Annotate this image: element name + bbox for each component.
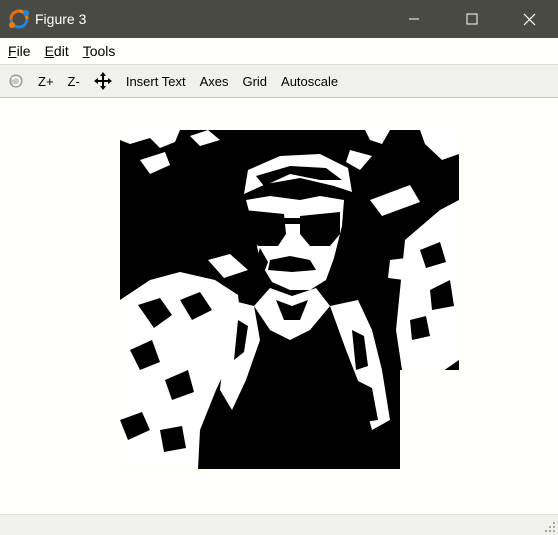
axes-button[interactable]: Axes <box>200 74 229 89</box>
menu-file-mnemonic: F <box>8 43 17 59</box>
menu-tools-label: ools <box>89 43 116 59</box>
toolbar: Z+ Z- Insert Text Axes Grid Autoscale <box>0 64 558 98</box>
binary-portrait-image <box>120 130 459 469</box>
maximize-button[interactable] <box>443 0 501 38</box>
zoom-out-button[interactable]: Z- <box>68 74 80 89</box>
menu-tools[interactable]: Tools <box>83 43 116 59</box>
zoom-in-button[interactable]: Z+ <box>38 74 54 89</box>
octave-app-icon <box>9 9 29 29</box>
window-title: Figure 3 <box>35 11 87 27</box>
pan-button[interactable] <box>93 72 112 90</box>
minimize-button[interactable] <box>385 0 443 38</box>
status-bar <box>0 514 558 535</box>
menu-tools-mnemonic: T <box>82 43 90 59</box>
menu-edit-label: dit <box>53 43 69 59</box>
menu-bar: File Edit Tools <box>0 38 558 64</box>
resize-grip-icon[interactable] <box>544 521 556 533</box>
title-bar: Figure 3 <box>0 0 558 38</box>
figure-canvas[interactable] <box>0 98 558 514</box>
menu-edit[interactable]: Edit <box>45 43 69 59</box>
menu-edit-mnemonic: E <box>44 43 54 59</box>
close-icon <box>523 13 535 25</box>
rotate-icon <box>9 74 23 88</box>
menu-file-label: ile <box>16 43 31 59</box>
menu-file[interactable]: File <box>8 43 31 59</box>
pan-move-icon <box>93 72 112 90</box>
minimize-icon <box>409 18 419 20</box>
grid-button[interactable]: Grid <box>242 74 267 89</box>
insert-text-button[interactable]: Insert Text <box>126 74 186 89</box>
close-button[interactable] <box>500 0 558 38</box>
maximize-icon <box>466 13 478 25</box>
autoscale-button[interactable]: Autoscale <box>281 74 338 89</box>
rotate-button[interactable] <box>8 73 24 89</box>
